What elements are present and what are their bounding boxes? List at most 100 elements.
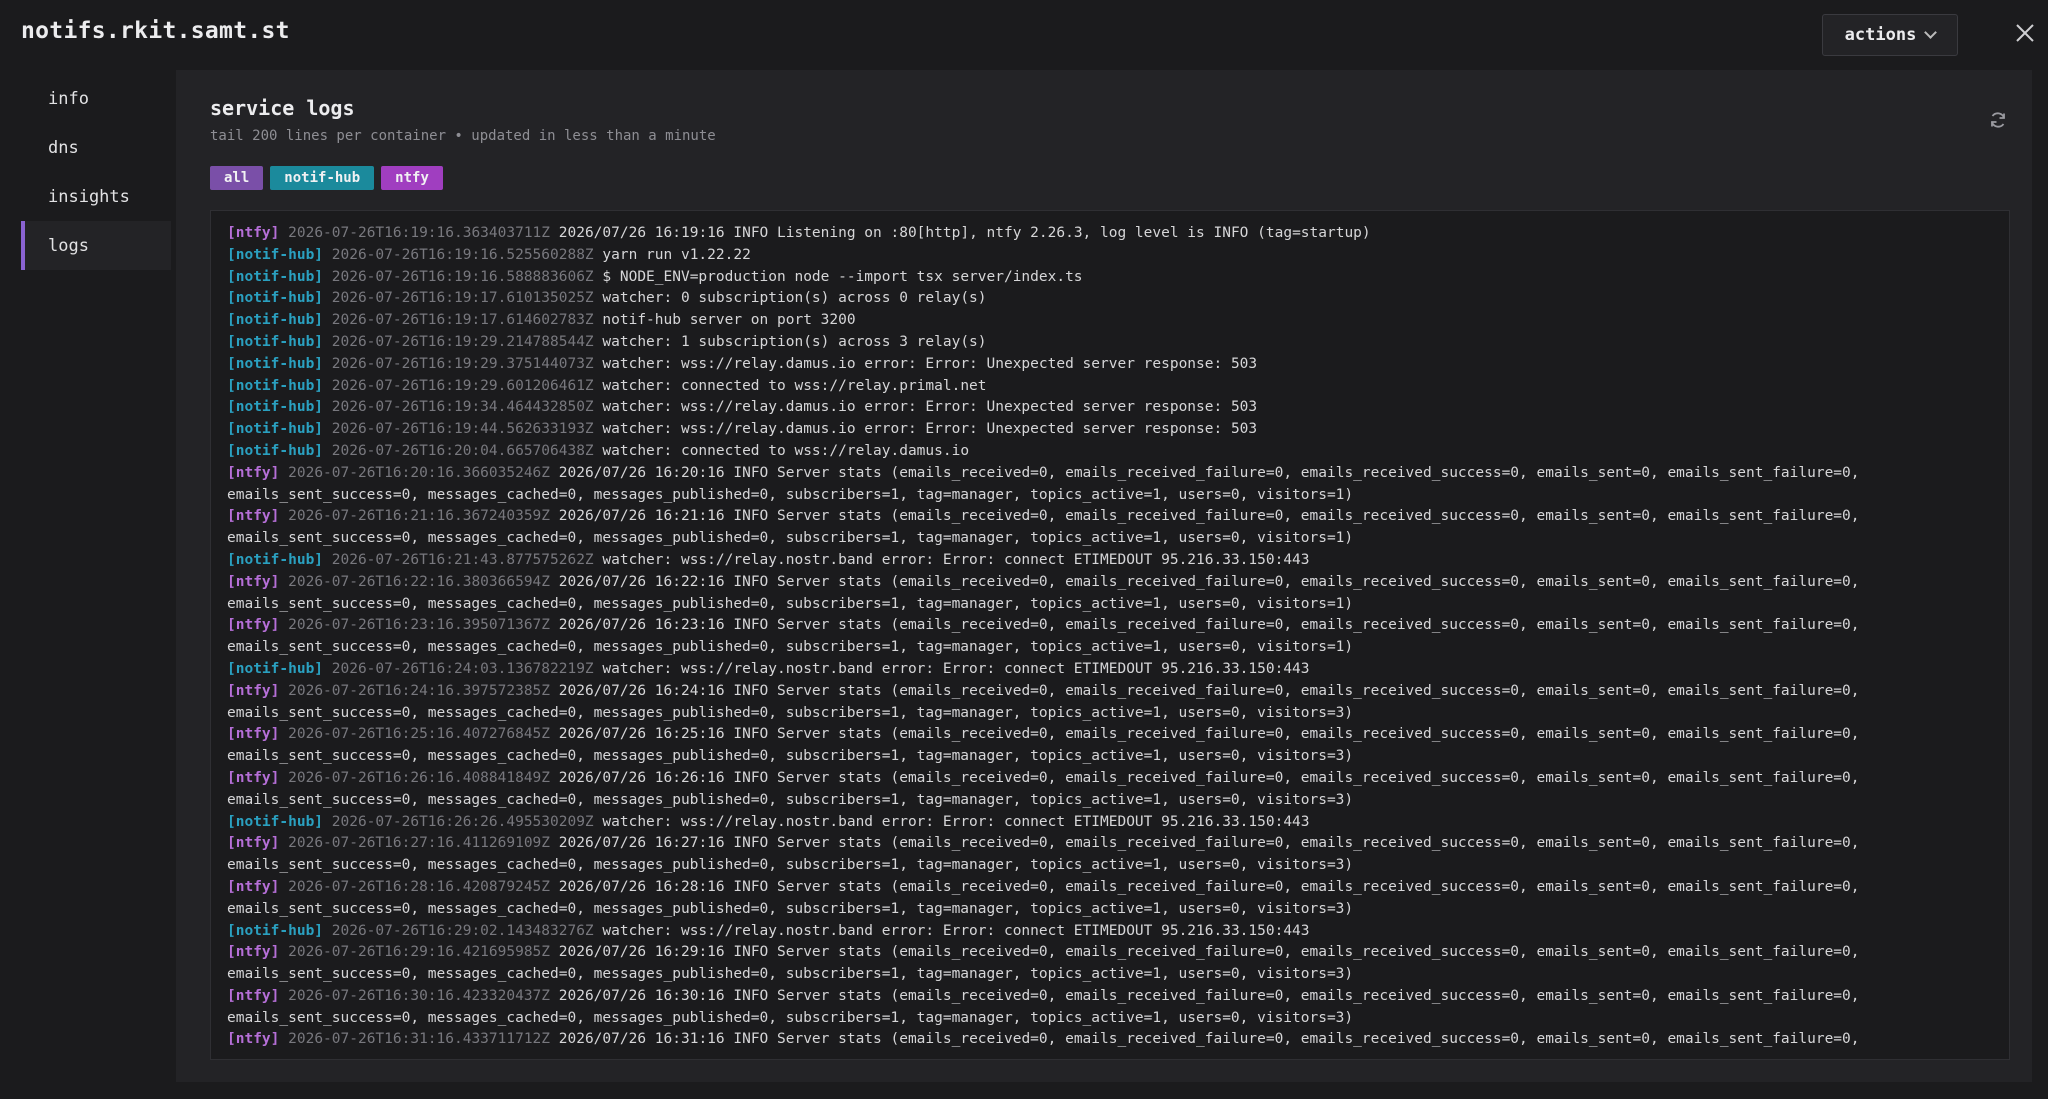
log-output[interactable]: [ntfy] 2026-07-26T16:19:16.363403711Z 20… bbox=[210, 210, 2010, 1060]
log-timestamp: 2026-07-26T16:25:16.407276845Z bbox=[288, 726, 551, 743]
log-line: [ntfy] 2026-07-26T16:24:16.397572385Z 20… bbox=[227, 681, 2009, 703]
log-line-continuation: emails_sent_success=0, messages_cached=0… bbox=[227, 704, 1354, 721]
log-line: [notif-hub] 2026-07-26T16:19:34.46443285… bbox=[227, 397, 2009, 419]
log-timestamp: 2026-07-26T16:21:43.877575262Z bbox=[331, 551, 594, 568]
log-message: 2026/07/26 16:31:16 INFO Server stats (e… bbox=[558, 1031, 1860, 1048]
filter-notif-hub-chip[interactable]: notif-hub bbox=[270, 166, 375, 190]
log-container-tag: [notif-hub] bbox=[227, 922, 324, 939]
log-message: watcher: wss://relay.nostr.band error: E… bbox=[602, 660, 1310, 677]
log-message: $ NODE_ENV=production node --import tsx … bbox=[602, 268, 1083, 285]
log-timestamp: 2026-07-26T16:31:16.433711712Z bbox=[288, 1031, 551, 1048]
log-container-tag: [ntfy] bbox=[227, 1031, 280, 1048]
log-line: [ntfy] 2026-07-26T16:29:16.421695985Z 20… bbox=[227, 942, 2009, 964]
log-line-continuation: emails_sent_success=0, messages_cached=0… bbox=[227, 900, 1354, 917]
log-message: 2026/07/26 16:28:16 INFO Server stats (e… bbox=[558, 878, 1860, 895]
log-line: [ntfy] 2026-07-26T16:25:16.407276845Z 20… bbox=[227, 724, 2009, 746]
log-line: [ntfy] 2026-07-26T16:22:16.380366594Z 20… bbox=[227, 572, 2009, 594]
actions-label: actions bbox=[1844, 25, 1917, 45]
log-container-tag: [notif-hub] bbox=[227, 312, 324, 329]
log-line: [ntfy] 2026-07-26T16:30:16.423320437Z 20… bbox=[227, 986, 2009, 1008]
log-container-tag: [notif-hub] bbox=[227, 268, 324, 285]
log-message: 2026/07/26 16:21:16 INFO Server stats (e… bbox=[558, 508, 1860, 525]
sidebar-item-dns[interactable]: dns bbox=[21, 123, 171, 172]
log-message: yarn run v1.22.22 bbox=[602, 246, 751, 263]
log-timestamp: 2026-07-26T16:19:34.464432850Z bbox=[331, 399, 594, 416]
log-container-tag: [ntfy] bbox=[227, 617, 280, 634]
sidebar-item-insights[interactable]: insights bbox=[21, 172, 171, 221]
filter-ntfy-chip[interactable]: ntfy bbox=[381, 166, 443, 190]
actions-button[interactable]: actions bbox=[1822, 14, 1958, 56]
log-message: watcher: 1 subscription(s) across 3 rela… bbox=[602, 333, 987, 350]
logs-panel: service logs tail 200 lines per containe… bbox=[176, 70, 2032, 1082]
log-line-continuation: emails_sent_success=0, messages_cached=0… bbox=[227, 639, 1354, 656]
log-container-tag: [ntfy] bbox=[227, 464, 280, 481]
log-line: [notif-hub] 2026-07-26T16:24:03.13678221… bbox=[227, 659, 2009, 681]
close-icon[interactable] bbox=[2012, 20, 2038, 46]
log-line: [notif-hub] 2026-07-26T16:21:43.87757526… bbox=[227, 550, 2009, 572]
log-container-tag: [ntfy] bbox=[227, 508, 280, 525]
log-container-tag: [ntfy] bbox=[227, 987, 280, 1004]
log-message: notif-hub server on port 3200 bbox=[602, 312, 856, 329]
log-line: [notif-hub] 2026-07-26T16:20:04.66570643… bbox=[227, 441, 2009, 463]
top-bar: notifs.rkit.samt.st actions bbox=[0, 0, 2048, 68]
log-timestamp: 2026-07-26T16:19:17.610135025Z bbox=[331, 290, 594, 307]
log-message: watcher: connected to wss://relay.primal… bbox=[602, 377, 987, 394]
log-container-tag: [ntfy] bbox=[227, 225, 280, 241]
log-timestamp: 2026-07-26T16:19:16.588883606Z bbox=[331, 268, 594, 285]
log-message: watcher: wss://relay.nostr.band error: E… bbox=[602, 813, 1310, 830]
log-line: [notif-hub] 2026-07-26T16:26:26.49553020… bbox=[227, 812, 2009, 834]
log-timestamp: 2026-07-26T16:19:29.375144073Z bbox=[331, 355, 594, 372]
log-timestamp: 2026-07-26T16:24:16.397572385Z bbox=[288, 682, 551, 699]
log-message: watcher: wss://relay.damus.io error: Err… bbox=[602, 355, 1258, 372]
log-message: 2026/07/26 16:26:16 INFO Server stats (e… bbox=[558, 769, 1860, 786]
sidebar-item-label: logs bbox=[48, 235, 89, 256]
log-container-tag: [ntfy] bbox=[227, 769, 280, 786]
log-container-tag: [ntfy] bbox=[227, 835, 280, 852]
chevron-down-icon bbox=[1924, 26, 1938, 39]
log-timestamp: 2026-07-26T16:27:16.411269109Z bbox=[288, 835, 551, 852]
log-message: 2026/07/26 16:30:16 INFO Server stats (e… bbox=[558, 987, 1860, 1004]
log-timestamp: 2026-07-26T16:19:16.363403711Z bbox=[288, 225, 551, 241]
log-line: [notif-hub] 2026-07-26T16:29:02.14348327… bbox=[227, 921, 2009, 943]
log-container-tag: [ntfy] bbox=[227, 878, 280, 895]
log-timestamp: 2026-07-26T16:26:16.408841849Z bbox=[288, 769, 551, 786]
log-container-tag: [notif-hub] bbox=[227, 660, 324, 677]
log-message: 2026/07/26 16:19:16 INFO Listening on :8… bbox=[558, 225, 1371, 241]
log-message: 2026/07/26 16:20:16 INFO Server stats (e… bbox=[558, 464, 1860, 481]
filter-all-chip[interactable]: all bbox=[210, 166, 264, 190]
log-line: [ntfy] 2026-07-26T16:27:16.411269109Z 20… bbox=[227, 833, 2009, 855]
log-line: [ntfy] 2026-07-26T16:31:16.433711712Z 20… bbox=[227, 1029, 2009, 1051]
log-container-tag: [notif-hub] bbox=[227, 421, 324, 438]
log-message: 2026/07/26 16:23:16 INFO Server stats (e… bbox=[558, 617, 1860, 634]
log-line-continuation: emails_sent_success=0, messages_cached=0… bbox=[227, 791, 1354, 808]
log-line: [ntfy] 2026-07-26T16:21:16.367240359Z 20… bbox=[227, 506, 2009, 528]
log-line: [notif-hub] 2026-07-26T16:19:29.60120646… bbox=[227, 376, 2009, 398]
sidebar-item-info[interactable]: info bbox=[21, 74, 171, 123]
log-line: [notif-hub] 2026-07-26T16:19:29.37514407… bbox=[227, 354, 2009, 376]
log-message: watcher: 0 subscription(s) across 0 rela… bbox=[602, 290, 987, 307]
log-line-continuation: emails_sent_success=0, messages_cached=0… bbox=[227, 530, 1354, 547]
log-timestamp: 2026-07-26T16:19:17.614602783Z bbox=[331, 312, 594, 329]
log-timestamp: 2026-07-26T16:23:16.395071367Z bbox=[288, 617, 551, 634]
log-line-continuation: emails_sent_success=0, messages_cached=0… bbox=[227, 1009, 1354, 1026]
log-message: 2026/07/26 16:25:16 INFO Server stats (e… bbox=[558, 726, 1860, 743]
log-container-tag: [ntfy] bbox=[227, 944, 280, 961]
log-container-tag: [notif-hub] bbox=[227, 355, 324, 372]
log-line: [ntfy] 2026-07-26T16:26:16.408841849Z 20… bbox=[227, 768, 2009, 790]
log-container-tag: [notif-hub] bbox=[227, 399, 324, 416]
log-timestamp: 2026-07-26T16:22:16.380366594Z bbox=[288, 573, 551, 590]
log-timestamp: 2026-07-26T16:24:03.136782219Z bbox=[331, 660, 594, 677]
log-message: watcher: wss://relay.damus.io error: Err… bbox=[602, 399, 1258, 416]
panel-subtitle: tail 200 lines per container • updated i… bbox=[210, 128, 716, 144]
log-line: [ntfy] 2026-07-26T16:20:16.366035246Z 20… bbox=[227, 463, 2009, 485]
log-timestamp: 2026-07-26T16:28:16.420879245Z bbox=[288, 878, 551, 895]
log-timestamp: 2026-07-26T16:30:16.423320437Z bbox=[288, 987, 551, 1004]
refresh-icon[interactable] bbox=[1988, 110, 2008, 130]
log-message: 2026/07/26 16:22:16 INFO Server stats (e… bbox=[558, 573, 1860, 590]
log-message: watcher: connected to wss://relay.damus.… bbox=[602, 442, 970, 459]
log-line-continuation: emails_sent_success=0, messages_cached=0… bbox=[227, 486, 1354, 503]
log-message: 2026/07/26 16:24:16 INFO Server stats (e… bbox=[558, 682, 1860, 699]
sidebar-nav: info dns insights logs bbox=[21, 74, 171, 270]
sidebar-item-logs[interactable]: logs bbox=[21, 221, 171, 270]
log-message: watcher: wss://relay.nostr.band error: E… bbox=[602, 551, 1310, 568]
